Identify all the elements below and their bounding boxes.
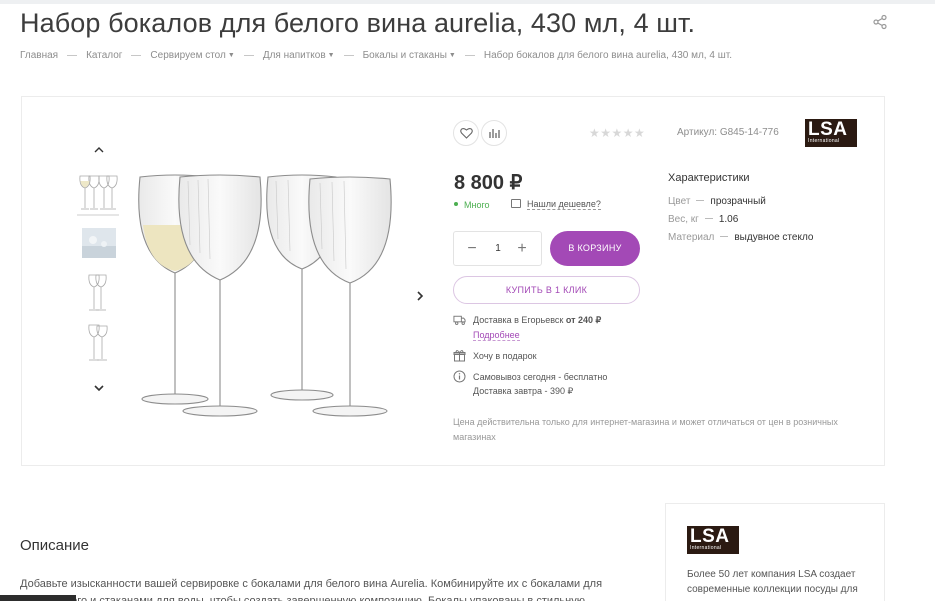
compare-icon bbox=[489, 129, 500, 138]
characteristics-title: Характеристики bbox=[668, 172, 750, 184]
breadcrumb-item-serve-table[interactable]: Сервируем стол ▼ bbox=[150, 50, 234, 61]
glasses-thumbnail-image bbox=[79, 175, 118, 210]
thumbnail-list bbox=[77, 172, 121, 372]
status-bar bbox=[0, 595, 76, 601]
brand-card-logo[interactable]: LSA International bbox=[687, 526, 739, 554]
breadcrumb-item-catalog[interactable]: Каталог bbox=[86, 50, 122, 61]
caret-down-icon: ▼ bbox=[448, 52, 456, 59]
gift-icon bbox=[453, 350, 466, 362]
breadcrumb: Главная Каталог Сервируем стол ▼ Для напитко… bbox=[20, 50, 732, 61]
thumbnail-2[interactable] bbox=[77, 222, 119, 264]
brand-logo[interactable]: LSA International bbox=[805, 119, 857, 147]
delivery-tomorrow-text: Доставка завтра - 390 ₽ bbox=[473, 386, 574, 396]
characteristic-row: Материал выдувное стекло bbox=[668, 232, 814, 243]
quantity-value[interactable]: 1 bbox=[490, 243, 506, 254]
quantity-stepper: − 1 + bbox=[453, 231, 542, 266]
buy-one-click-button[interactable]: КУПИТЬ В 1 КЛИК bbox=[453, 276, 640, 304]
delivery-text: Доставка в Егорьевск bbox=[473, 315, 564, 325]
glasses-thumbnail-image bbox=[88, 274, 107, 311]
breadcrumb-separator bbox=[343, 54, 354, 56]
delivery-price: от 240 ₽ bbox=[565, 315, 602, 325]
breadcrumb-item-glasses[interactable]: Бокалы и стаканы ▼ bbox=[363, 50, 456, 61]
breadcrumb-separator bbox=[464, 54, 475, 56]
lifestyle-thumbnail-image bbox=[82, 228, 116, 258]
caret-down-icon: ▼ bbox=[327, 52, 335, 59]
heart-icon bbox=[459, 127, 473, 139]
thumbnail-4[interactable] bbox=[77, 322, 119, 364]
stock-status: Много bbox=[454, 200, 490, 210]
breadcrumb-separator bbox=[243, 54, 254, 56]
found-cheaper-link[interactable]: Нашли дешевле? bbox=[511, 199, 601, 210]
compare-button[interactable] bbox=[481, 120, 507, 146]
characteristic-row: Вес, кг 1.06 bbox=[668, 214, 739, 225]
chevron-down-icon[interactable] bbox=[92, 381, 106, 395]
thumbnail-3[interactable] bbox=[77, 272, 119, 314]
caret-down-icon: ▼ bbox=[227, 52, 235, 59]
glass-thumbnail-image bbox=[88, 324, 108, 361]
stock-dot bbox=[454, 202, 458, 206]
top-border bbox=[0, 0, 935, 4]
gift-link[interactable]: Хочу в подарок bbox=[473, 349, 537, 363]
product-main-image[interactable] bbox=[130, 165, 400, 420]
truck-icon bbox=[453, 315, 466, 325]
breadcrumb-item-drinks[interactable]: Для напитков ▼ bbox=[263, 50, 335, 61]
wishlist-button[interactable] bbox=[453, 120, 479, 146]
share-icon[interactable] bbox=[872, 14, 888, 30]
tag-icon bbox=[511, 199, 521, 208]
page-title: Набор бокалов для белого вина aurelia, 4… bbox=[20, 8, 696, 38]
breadcrumb-item-current: Набор бокалов для белого вина aurelia, 4… bbox=[483, 50, 732, 61]
brand-card-text: Более 50 лет компания LSA создает соврем… bbox=[687, 569, 858, 595]
product-price: 8 800 ₽ bbox=[454, 172, 523, 194]
breadcrumb-item-home[interactable]: Главная bbox=[20, 50, 58, 61]
quantity-increase-button[interactable]: + bbox=[516, 241, 528, 257]
thumbnail-1[interactable] bbox=[77, 172, 119, 216]
price-note: Цена действительна только для интернет-м… bbox=[453, 417, 838, 442]
rating-stars: ★★★★★ bbox=[589, 126, 646, 140]
add-to-cart-button[interactable]: В КОРЗИНУ bbox=[550, 231, 640, 266]
pickup-text: Самовывоз сегодня - бесплатно bbox=[473, 372, 608, 382]
breadcrumb-separator bbox=[67, 54, 78, 56]
description-title: Описание bbox=[20, 537, 90, 554]
chevron-right-icon[interactable] bbox=[413, 289, 427, 303]
description-text: Добавьте изысканности вашей сервировке с… bbox=[20, 578, 603, 601]
delivery-more-link[interactable]: Подробнее bbox=[473, 330, 520, 341]
quantity-decrease-button[interactable]: − bbox=[466, 241, 478, 257]
info-icon bbox=[453, 370, 466, 383]
characteristic-row: Цвет прозрачный bbox=[668, 196, 766, 207]
breadcrumb-separator bbox=[131, 54, 142, 56]
chevron-up-icon[interactable] bbox=[92, 143, 106, 157]
article-number: Артикул: G845-14-776 bbox=[677, 127, 779, 138]
